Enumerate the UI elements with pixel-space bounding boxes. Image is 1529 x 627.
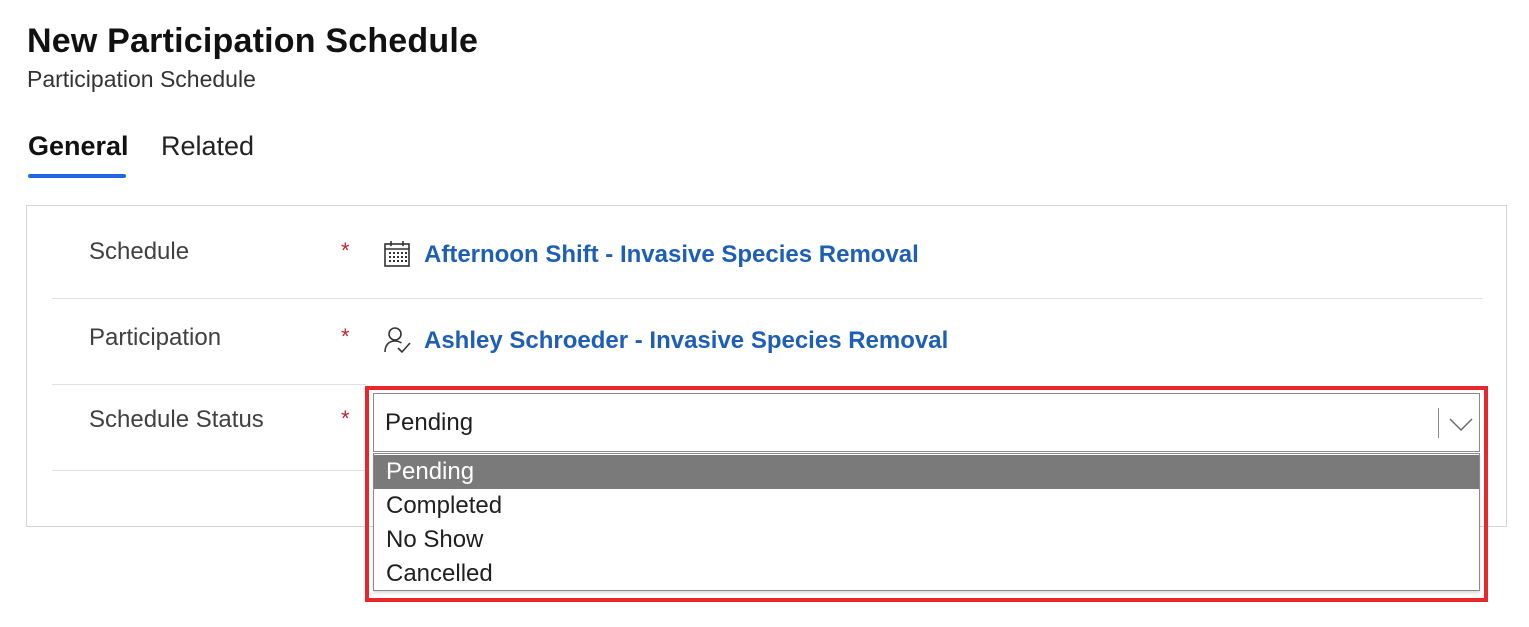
schedule-status-label: Schedule Status [89, 406, 264, 433]
form-page: New Participation Schedule Participation… [0, 0, 1529, 627]
person-check-icon [384, 327, 411, 354]
participation-lookup-link[interactable]: Ashley Schroeder - Invasive Species Remo… [424, 327, 948, 355]
tab-general[interactable]: General [28, 131, 129, 162]
calendar-icon [384, 241, 410, 267]
schedule-label: Schedule [89, 238, 190, 265]
participation-required-mark: * [341, 324, 350, 349]
active-tab-indicator [28, 174, 126, 178]
row-divider [52, 384, 366, 385]
schedule-status-required-mark: * [341, 406, 350, 431]
schedule-lookup-link[interactable]: Afternoon Shift - Invasive Species Remov… [424, 241, 919, 269]
highlight-annotation [365, 386, 1488, 602]
schedule-required-mark: * [341, 238, 350, 263]
row-divider [52, 298, 1483, 299]
page-subtitle: Participation Schedule [27, 66, 256, 92]
page-title: New Participation Schedule [27, 22, 479, 60]
tab-related[interactable]: Related [161, 131, 254, 162]
row-divider [52, 470, 366, 471]
participation-label: Participation [89, 324, 222, 351]
